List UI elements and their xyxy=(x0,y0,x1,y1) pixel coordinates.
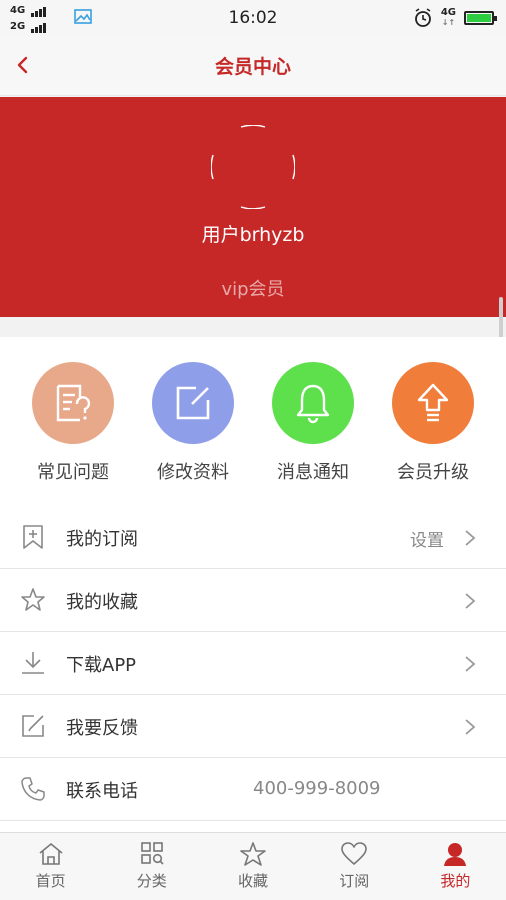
status-right: 4G ↓↑ xyxy=(413,7,497,29)
phone-icon xyxy=(21,777,45,801)
battery-icon xyxy=(464,11,497,25)
category-grid-icon xyxy=(140,842,164,865)
user-icon xyxy=(444,843,467,866)
network-label: 4G xyxy=(440,7,456,18)
menu-item-label: 联系电话 xyxy=(66,781,138,802)
network-type: 4G ↓↑ xyxy=(441,8,456,28)
quick-action-faq[interactable]: 常见问题 xyxy=(13,362,133,484)
faq-icon xyxy=(32,362,114,444)
quick-action-upgrade[interactable]: 会员升级 xyxy=(373,362,493,484)
quick-action-edit-profile[interactable]: 修改资料 xyxy=(133,362,253,484)
tab-categories[interactable]: 分类 xyxy=(101,833,202,900)
alarm-icon xyxy=(414,8,431,27)
download-icon xyxy=(22,652,44,674)
quick-action-label: 修改资料 xyxy=(157,462,229,483)
upgrade-icon xyxy=(392,362,474,444)
edit-icon xyxy=(152,362,234,444)
star-icon xyxy=(21,588,45,611)
tab-label: 我的 xyxy=(440,872,471,890)
profile-header: 用户brhyzb vip会员 xyxy=(0,97,506,317)
settings-link[interactable]: 设置 xyxy=(410,526,444,551)
heart-icon xyxy=(341,842,368,865)
bookmark-add-icon xyxy=(23,525,43,549)
menu-item-subscriptions[interactable]: 我的订阅 设置 xyxy=(0,506,506,569)
menu-item-label: 我的收藏 xyxy=(66,592,138,613)
chevron-right-icon xyxy=(465,530,476,546)
quick-action-label: 常见问题 xyxy=(37,462,109,483)
menu-item-download-app[interactable]: 下载APP xyxy=(0,632,506,695)
menu-item-contact-phone[interactable]: 联系电话 400-999-8009 xyxy=(0,758,506,821)
phone-number[interactable]: 400-999-8009 xyxy=(253,778,381,799)
status-bar: 4G 2G 16:02 4G ↓↑ xyxy=(0,0,506,36)
tab-label: 分类 xyxy=(136,872,167,890)
tab-label: 首页 xyxy=(35,872,66,890)
star-icon xyxy=(240,842,266,866)
menu-item-label: 下载APP xyxy=(66,655,137,676)
tab-home[interactable]: 首页 xyxy=(0,833,101,900)
username: 用户brhyzb xyxy=(201,224,305,246)
membership-level: vip会员 xyxy=(221,279,285,300)
data-arrows-icon: ↓↑ xyxy=(441,18,456,27)
chevron-right-icon xyxy=(465,719,476,735)
tab-mine[interactable]: 我的 xyxy=(405,833,506,900)
page-title: 会员中心 xyxy=(214,56,291,78)
menu-item-label: 我的订阅 xyxy=(66,529,138,550)
chevron-right-icon xyxy=(465,593,476,609)
menu-item-label: 我要反馈 xyxy=(66,718,138,739)
member-content: 常见问题 修改资料 消息通知 会员升级 我的订阅 设置 我的收藏 下载APP 我… xyxy=(0,337,506,832)
menu-item-favorites[interactable]: 我的收藏 xyxy=(0,569,506,632)
avatar[interactable] xyxy=(211,125,295,209)
quick-action-label: 消息通知 xyxy=(277,462,349,483)
bell-icon xyxy=(272,362,354,444)
tab-label: 订阅 xyxy=(339,872,370,890)
bottom-tab-bar: 首页 分类 收藏 订阅 我的 xyxy=(0,832,506,900)
quick-action-notifications[interactable]: 消息通知 xyxy=(253,362,373,484)
feedback-edit-icon xyxy=(22,715,44,737)
chevron-right-icon xyxy=(465,656,476,672)
tab-subscriptions[interactable]: 订阅 xyxy=(304,833,405,900)
tab-label: 收藏 xyxy=(238,872,269,890)
quick-action-label: 会员升级 xyxy=(397,462,469,483)
home-icon xyxy=(39,842,63,865)
nav-bar: 会员中心 xyxy=(0,36,506,96)
menu-item-feedback[interactable]: 我要反馈 xyxy=(0,695,506,758)
tab-favorites[interactable]: 收藏 xyxy=(202,833,303,900)
